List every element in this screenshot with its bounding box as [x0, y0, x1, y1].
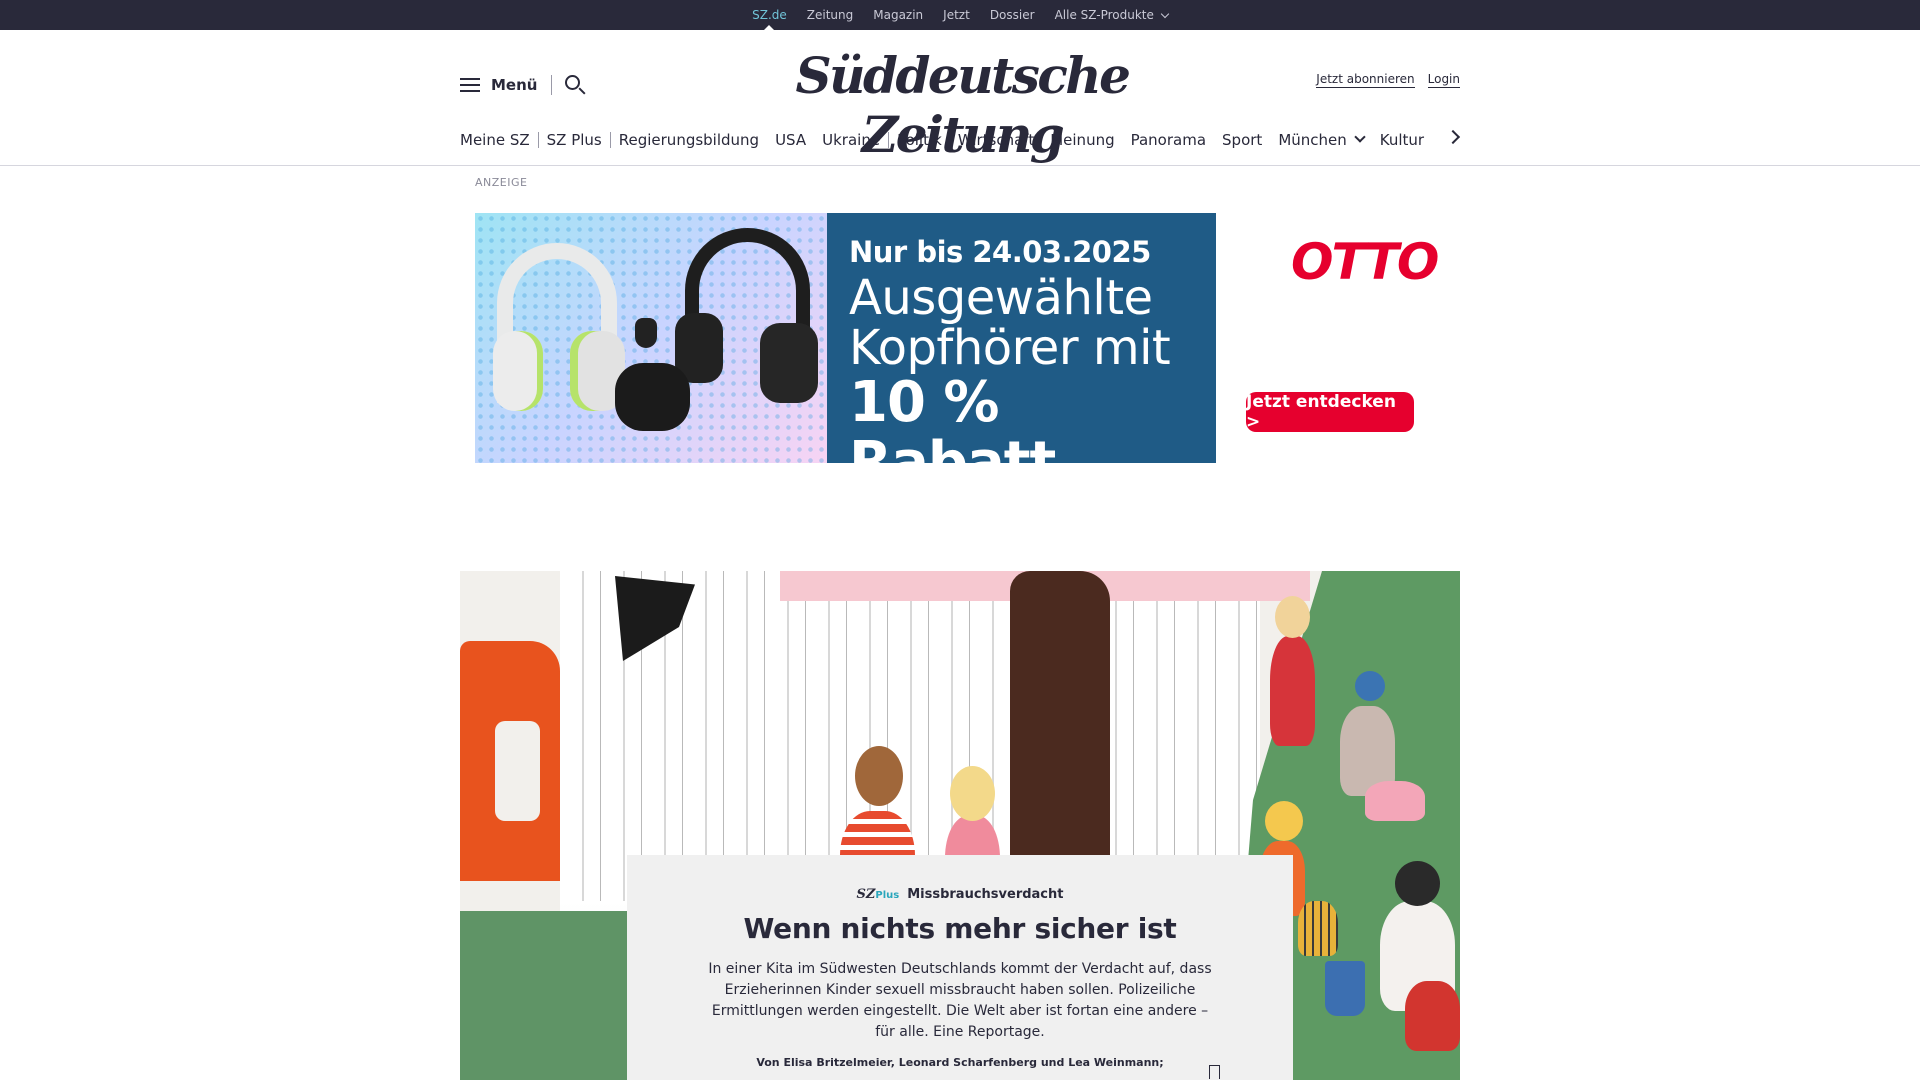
ad-headphones-image — [475, 213, 827, 463]
hero-card[interactable]: SZPlus Missbrauchsverdacht Wenn nichts m… — [627, 855, 1293, 1080]
nav-item-politik[interactable]: Politik — [889, 131, 950, 149]
topbar-link-magazin[interactable]: Magazin — [863, 0, 933, 30]
nav-item-muenchen-label: München — [1278, 131, 1347, 149]
menu-label: Menü — [491, 76, 538, 94]
nav-item-panorama[interactable]: Panorama — [1123, 131, 1214, 149]
hero-byline: Von Elisa Britzelmeier, Leonard Scharfen… — [756, 1056, 1164, 1069]
hamburger-icon — [460, 78, 480, 92]
top-product-bar: SZ.de Zeitung Magazin Jetzt Dossier Alle… — [0, 0, 1920, 31]
chevron-right-icon[interactable] — [1445, 129, 1461, 145]
ad-label: ANZEIGE — [475, 176, 528, 189]
account-links: Jetzt abonnieren Login — [1316, 72, 1460, 88]
topbar-link-dossier[interactable]: Dossier — [980, 0, 1045, 30]
otto-logo: OTTO — [1291, 233, 1439, 291]
topbar-all-products-dropdown[interactable]: Alle SZ-Produkte — [1045, 0, 1178, 30]
topbar-link-szde[interactable]: SZ.de — [742, 0, 797, 31]
hero-kicker: SZPlus Missbrauchsverdacht — [627, 887, 1293, 902]
nav-item-kultur[interactable]: Kultur — [1372, 131, 1432, 149]
topbar-link-zeitung[interactable]: Zeitung — [797, 0, 863, 30]
topbar-all-products-label: Alle SZ-Produkte — [1054, 8, 1154, 22]
hero-teaser[interactable]: SZPlus Missbrauchsverdacht Wenn nichts m… — [460, 571, 1460, 1080]
nav-item-meine-sz[interactable]: Meine SZ — [460, 131, 538, 149]
chevron-down-icon — [1354, 131, 1366, 143]
ad-brand-panel: OTTO Jetzt entdecken > — [1216, 213, 1450, 463]
nav-item-muenchen[interactable]: München — [1270, 131, 1371, 149]
nav-item-usa[interactable]: USA — [767, 131, 814, 149]
sz-plus-badge: SZPlus — [856, 887, 900, 902]
hero-title[interactable]: Wenn nichts mehr sicher ist — [627, 912, 1293, 945]
ad-headline-2: Kopfhörer mit — [849, 320, 1171, 376]
ad-message-panel: Nur bis 24.03.2025 Ausgewählte Kopfhörer… — [827, 213, 1216, 493]
site-header: Menü Süddeutsche Zeitung Jetzt abonniere… — [460, 30, 1460, 164]
login-link[interactable]: Login — [1427, 72, 1460, 88]
search-icon[interactable] — [564, 74, 587, 96]
nav-item-sport[interactable]: Sport — [1214, 131, 1270, 149]
subscribe-link[interactable]: Jetzt abonnieren — [1316, 72, 1415, 88]
bookmark-icon[interactable] — [1209, 1065, 1220, 1079]
nav-item-wirtschaft[interactable]: Wirtschaft — [950, 131, 1042, 149]
ad-banner[interactable]: Nur bis 24.03.2025 Ausgewählte Kopfhörer… — [475, 213, 1450, 493]
nav-item-ukraine[interactable]: Ukraine — [814, 131, 888, 149]
nav-item-meinung[interactable]: Meinung — [1042, 131, 1122, 149]
ad-discount: 10 % Rabatt — [849, 370, 1056, 495]
nav-item-sz-plus[interactable]: SZ Plus — [539, 131, 610, 149]
ad-cta-button[interactable]: Jetzt entdecken > — [1246, 392, 1414, 432]
ad-headline-1: Ausgewählte — [849, 270, 1153, 326]
main-navigation: Meine SZ SZ Plus Regierungsbildung USA U… — [460, 126, 1461, 154]
header-divider — [551, 75, 553, 95]
topbar-link-jetzt[interactable]: Jetzt — [933, 0, 980, 30]
menu-button[interactable]: Menü — [460, 74, 587, 96]
hero-kicker-text: Missbrauchsverdacht — [907, 887, 1064, 902]
hero-teaser-text: In einer Kita im Südwesten Deutschlands … — [708, 961, 1212, 1040]
header-divider-line — [0, 165, 1920, 166]
nav-item-regierungsbildung[interactable]: Regierungsbildung — [611, 131, 767, 149]
ad-date-line: Nur bis 24.03.2025 — [849, 235, 1151, 269]
chevron-down-icon — [1160, 9, 1170, 19]
